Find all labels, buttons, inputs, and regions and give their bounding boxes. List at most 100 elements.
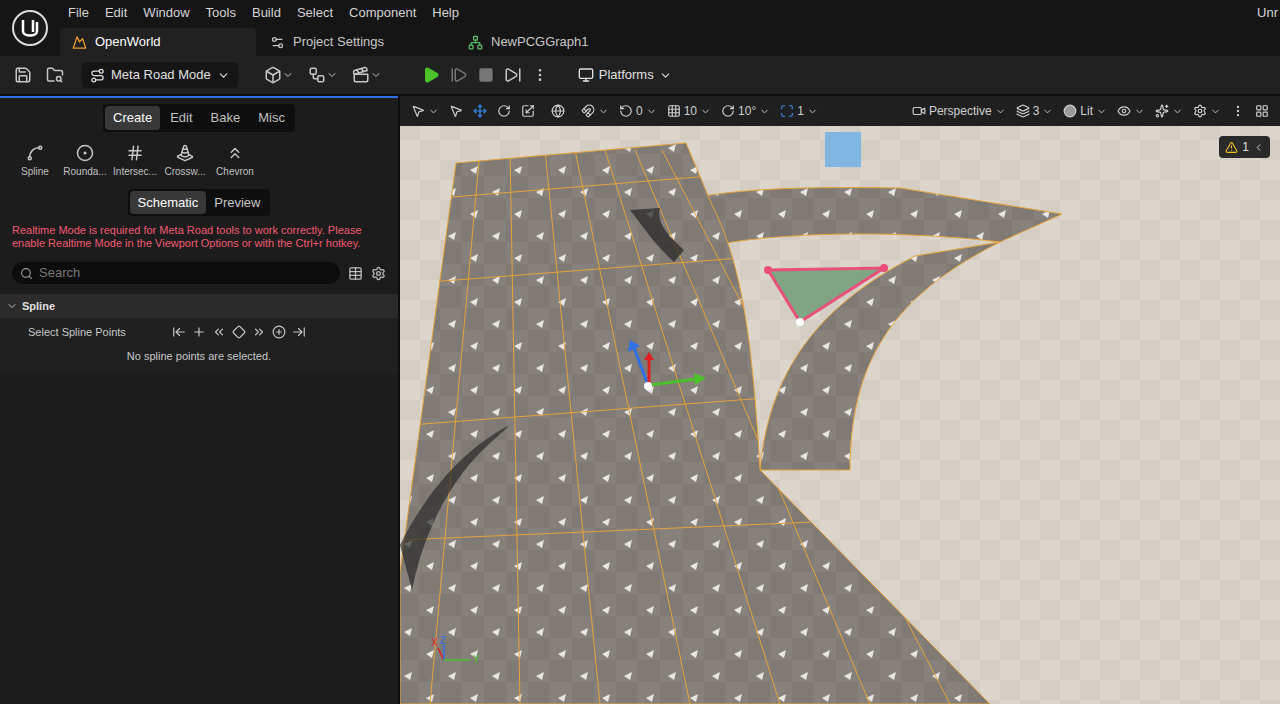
viewport-scene[interactable]: XZY — [400, 126, 1280, 704]
document-tab[interactable]: NewPCGGraph1 — [456, 28, 652, 56]
spline-point[interactable] — [764, 266, 772, 274]
lane-line — [662, 150, 950, 704]
transform-icon — [411, 104, 425, 118]
add-point-icon[interactable] — [192, 325, 206, 339]
tool-button[interactable]: Intersec... — [112, 144, 158, 179]
search-input[interactable] — [39, 263, 332, 283]
menu-item[interactable]: Window — [135, 3, 197, 23]
menu-item[interactable]: Select — [289, 3, 341, 23]
mode-tab[interactable]: Create — [105, 106, 160, 130]
dropdown-icon — [700, 106, 711, 117]
logo[interactable] — [0, 0, 60, 56]
warning-icon — [1225, 141, 1238, 154]
settings-icon[interactable] — [371, 266, 386, 281]
lane-line — [510, 150, 520, 704]
layers-menu[interactable]: 3 — [1011, 99, 1059, 123]
select-last-icon[interactable] — [292, 325, 306, 339]
select-all-icon[interactable] — [232, 325, 246, 339]
snap-value[interactable]: 0 — [614, 99, 662, 123]
chevron-icon — [226, 144, 244, 162]
lane-line — [575, 150, 690, 704]
traffic-island[interactable] — [768, 268, 884, 322]
dropdown-icon — [1042, 106, 1053, 117]
more-icon[interactable] — [532, 67, 548, 83]
show-menu[interactable] — [1112, 99, 1150, 123]
platforms-icon — [578, 67, 594, 83]
select-first-icon[interactable] — [172, 325, 186, 339]
section-header[interactable]: Spline — [0, 294, 398, 318]
mode-tab[interactable]: Edit — [162, 106, 200, 130]
search-field[interactable] — [12, 262, 340, 284]
roundabout-icon — [76, 144, 94, 162]
menu-item[interactable]: Build — [244, 3, 289, 23]
menu-item[interactable]: Edit — [97, 3, 135, 23]
add-next-icon[interactable] — [272, 325, 286, 339]
dropdown-icon — [282, 69, 294, 81]
mode-dropdown[interactable]: Meta Road Mode — [82, 62, 238, 88]
property-row: Select Spline Points — [0, 318, 398, 346]
layout-icon — [1255, 104, 1269, 118]
blueprint-button[interactable] — [308, 66, 338, 84]
camera-menu[interactable]: Perspective — [907, 99, 1011, 123]
mode-tab[interactable]: Bake — [203, 106, 249, 130]
mode-tab[interactable]: Misc — [250, 106, 293, 130]
eject-icon[interactable] — [504, 66, 522, 84]
spline-point[interactable] — [796, 318, 804, 326]
scale-icon — [521, 104, 535, 118]
transform-menu[interactable] — [406, 99, 444, 123]
view-mode-option[interactable]: Preview — [206, 191, 268, 215]
view-mode-menu[interactable]: Lit — [1058, 99, 1112, 123]
content-browser-icon[interactable] — [46, 66, 64, 84]
axis-indicator: XZY — [431, 635, 480, 665]
document-tab[interactable]: OpenWorld — [60, 28, 256, 56]
rotation-snap[interactable]: 10° — [716, 99, 775, 123]
tool-button[interactable]: Rounda... — [62, 144, 108, 179]
transform-gizmo[interactable] — [628, 340, 706, 390]
collapse-icon — [1253, 142, 1264, 153]
table-view-icon[interactable] — [348, 266, 363, 281]
select-mode[interactable] — [444, 99, 468, 123]
menu-item[interactable]: Component — [341, 3, 424, 23]
scale-snap[interactable]: 1 — [775, 99, 823, 123]
document-tab[interactable]: Project Settings — [258, 28, 454, 56]
grid-snap[interactable]: 10 — [662, 99, 716, 123]
grid-icon — [667, 104, 681, 118]
warning-badge[interactable]: 1 — [1219, 136, 1270, 158]
move-mode[interactable] — [468, 99, 492, 123]
spline-point[interactable] — [880, 264, 888, 272]
scale-mode[interactable] — [516, 99, 540, 123]
water-plane[interactable] — [825, 132, 861, 167]
mode-panel: CreateEditBakeMiscSplineRounda...Interse… — [0, 96, 398, 704]
menu-item[interactable]: File — [60, 3, 97, 23]
menu-item[interactable]: Tools — [198, 3, 244, 23]
layout-menu[interactable] — [1250, 99, 1274, 123]
road-mode-icon — [90, 68, 105, 83]
cinematics-button[interactable] — [352, 66, 382, 84]
settings-menu[interactable] — [1188, 99, 1226, 123]
globe-icon — [551, 104, 565, 118]
platforms-dropdown[interactable]: Platforms — [578, 65, 672, 85]
tool-button[interactable]: Spline — [12, 144, 58, 179]
performance-menu[interactable] — [1150, 99, 1188, 123]
select-prev-icon[interactable] — [212, 325, 226, 339]
tool-button[interactable]: Crossw... — [162, 144, 208, 179]
coordinate-space[interactable] — [546, 99, 570, 123]
add-actor-button[interactable] — [264, 66, 294, 84]
dropdown-icon — [1210, 106, 1221, 117]
save-icon[interactable] — [14, 66, 32, 84]
tool-button[interactable]: Chevron — [212, 144, 258, 179]
main-road[interactable] — [400, 143, 990, 704]
more-menu[interactable] — [1226, 99, 1250, 123]
curved-branch-road[interactable] — [760, 242, 1000, 470]
surface-snap[interactable] — [576, 99, 614, 123]
step-icon[interactable] — [450, 66, 468, 84]
viewport-canvas[interactable]: XZY 1 — [400, 126, 1280, 704]
realtime-warning: Realtime Mode is required for Meta Road … — [0, 216, 398, 250]
select-next-icon[interactable] — [252, 325, 266, 339]
play-icon[interactable] — [422, 66, 440, 84]
lit-icon — [1063, 104, 1077, 118]
rotate-mode[interactable] — [492, 99, 516, 123]
stop-icon[interactable] — [478, 67, 494, 83]
menu-item[interactable]: Help — [424, 3, 467, 23]
view-mode-option[interactable]: Schematic — [130, 191, 207, 215]
